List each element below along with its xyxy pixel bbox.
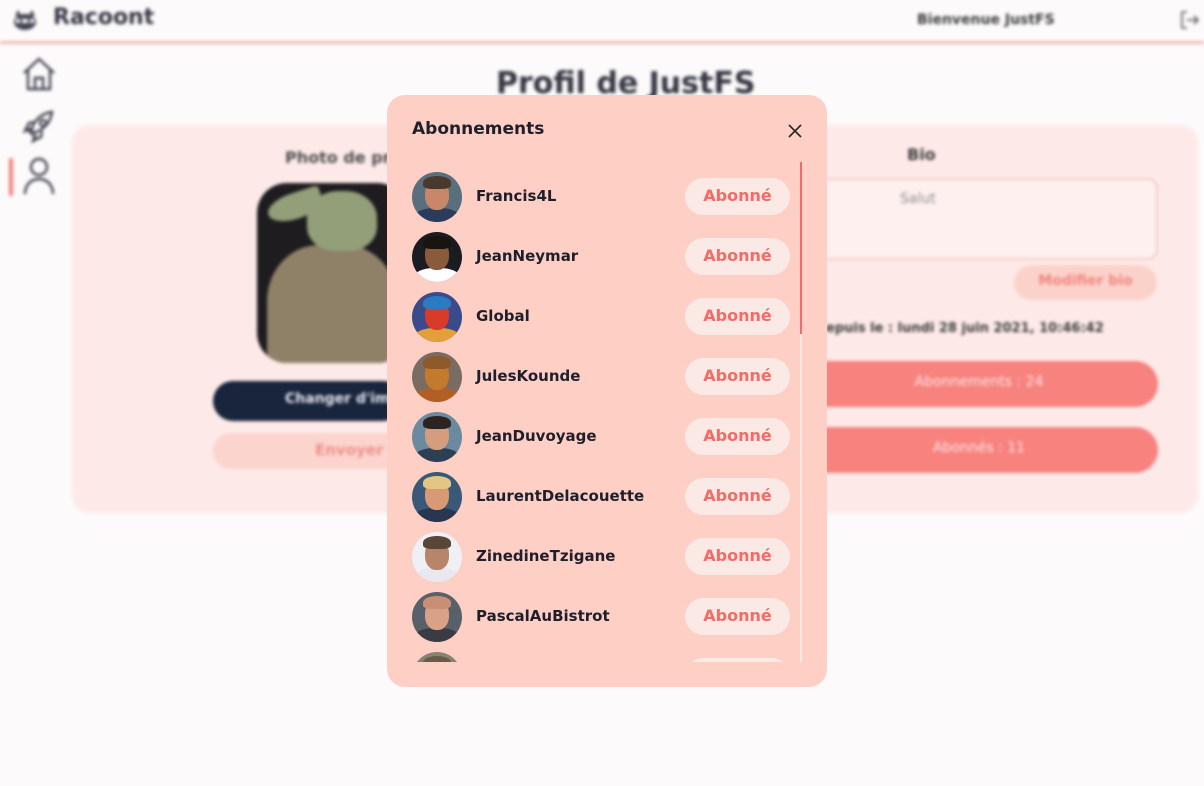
user-row: PascalAuBistrot Abonné (412, 591, 792, 643)
user-row: JeanNeymar Abonné (412, 231, 792, 283)
subscribed-button[interactable]: Abonné (685, 598, 790, 635)
username[interactable]: JeanNeymar (476, 247, 578, 265)
username[interactable]: ZinedineTzigane (476, 547, 615, 565)
user-row: Abonné (412, 651, 792, 662)
username[interactable]: JulesKounde (476, 367, 580, 385)
scrollbar-thumb[interactable] (800, 162, 802, 334)
subscribed-button[interactable]: Abonné (685, 238, 790, 275)
user-avatar[interactable] (412, 172, 462, 222)
username[interactable]: JeanDuvoyage (476, 427, 597, 445)
modal-title: Abonnements (412, 119, 545, 139)
username[interactable]: Global (476, 307, 530, 325)
subscribed-button[interactable]: Abonné (685, 178, 790, 215)
user-avatar[interactable] (412, 592, 462, 642)
user-row: JeanDuvoyage Abonné (412, 411, 792, 463)
subscriptions-modal: Abonnements Francis4L Abonné JeanNeymar Abo… (387, 95, 827, 687)
username[interactable]: LaurentDelacouette (476, 487, 644, 505)
user-avatar[interactable] (412, 412, 462, 462)
subscriptions-list[interactable]: Francis4L Abonné JeanNeymar Abonné Global Abo… (412, 167, 804, 662)
user-row: LaurentDelacouette Abonné (412, 471, 792, 523)
user-avatar[interactable] (412, 232, 462, 282)
user-avatar[interactable] (412, 652, 462, 662)
subscribed-button[interactable]: Abonné (685, 538, 790, 575)
user-avatar[interactable] (412, 352, 462, 402)
user-avatar[interactable] (412, 292, 462, 342)
subscribed-button[interactable]: Abonné (685, 478, 790, 515)
username[interactable]: PascalAuBistrot (476, 607, 610, 625)
username[interactable]: Francis4L (476, 187, 556, 205)
subscribed-button[interactable]: Abonné (685, 298, 790, 335)
user-avatar[interactable] (412, 472, 462, 522)
user-row: Global Abonné (412, 291, 792, 343)
close-icon[interactable] (786, 122, 804, 140)
subscribed-button[interactable]: Abonné (685, 358, 790, 395)
subscribed-button[interactable]: Abonné (685, 658, 790, 662)
user-row: ZinedineTzigane Abonné (412, 531, 792, 583)
user-row: JulesKounde Abonné (412, 351, 792, 403)
user-avatar[interactable] (412, 532, 462, 582)
user-row: Francis4L Abonné (412, 171, 792, 223)
subscribed-button[interactable]: Abonné (685, 418, 790, 455)
